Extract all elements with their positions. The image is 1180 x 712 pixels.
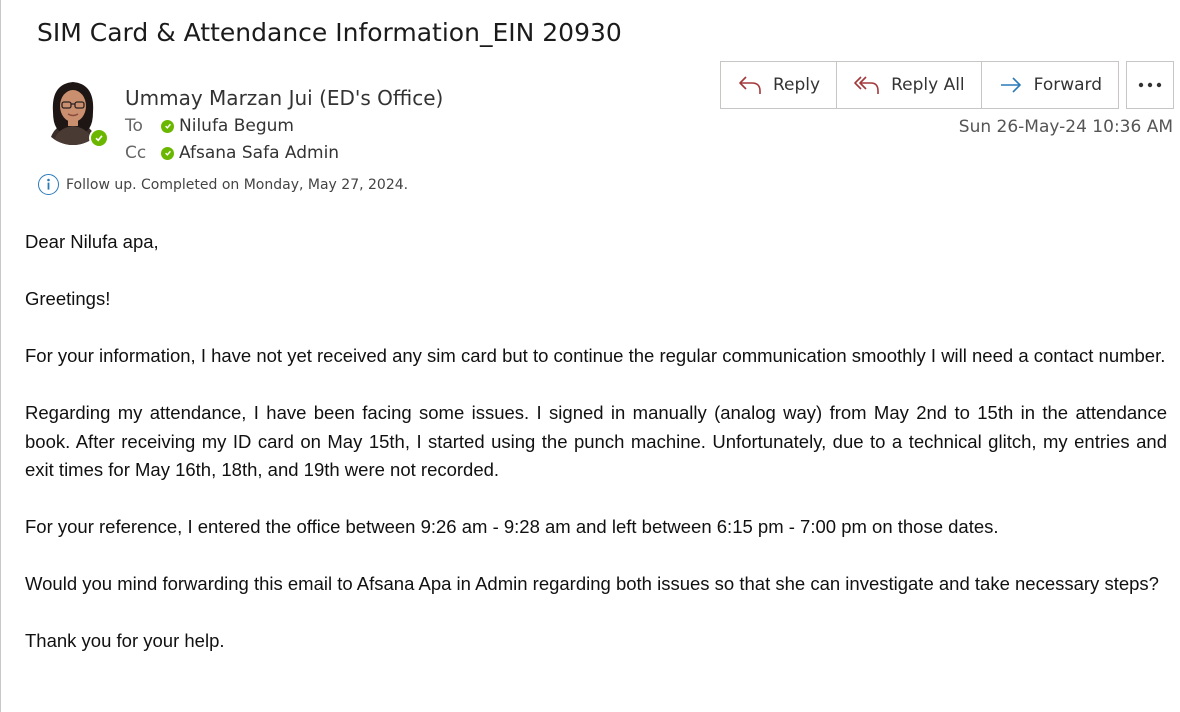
email-reading-pane: SIM Card & Attendance Information_EIN 20… xyxy=(0,0,1180,712)
presence-available-icon xyxy=(89,128,109,148)
body-paragraph: Would you mind forwarding this email to … xyxy=(25,573,1159,594)
presence-available-icon xyxy=(161,119,174,133)
sender-name[interactable]: Ummay Marzan Jui (ED's Office) xyxy=(125,86,443,110)
more-icon xyxy=(1138,82,1162,88)
forward-button[interactable]: Forward xyxy=(981,62,1119,108)
cc-label: Cc xyxy=(125,143,147,163)
cc-row: Cc Afsana Safa Admin xyxy=(125,143,339,163)
body-paragraph: Regarding my attendance, I have been fac… xyxy=(25,402,1167,480)
followup-text: Follow up. Completed on Monday, May 27, … xyxy=(66,176,409,193)
reply-button[interactable]: Reply xyxy=(721,62,838,108)
more-actions-button[interactable] xyxy=(1126,61,1174,109)
body-paragraph: Dear Nilufa apa, xyxy=(25,231,159,252)
to-recipient[interactable]: Nilufa Begum xyxy=(179,116,294,136)
forward-label: Forward xyxy=(1033,75,1103,95)
reply-label: Reply xyxy=(773,75,821,95)
body-paragraph: For your reference, I entered the office… xyxy=(25,516,999,537)
presence-available-icon xyxy=(161,146,174,160)
body-paragraph: For your information, I have not yet rec… xyxy=(25,345,1166,366)
sent-date: Sun 26-May-24 10:36 AM xyxy=(958,117,1173,137)
reply-all-icon xyxy=(854,76,879,94)
reply-icon xyxy=(739,76,761,94)
message-actions: Reply Reply All Forward xyxy=(720,61,1120,109)
to-row: To Nilufa Begum xyxy=(125,116,294,136)
reply-all-button[interactable]: Reply All xyxy=(837,62,982,108)
email-subject: SIM Card & Attendance Information_EIN 20… xyxy=(37,18,622,47)
body-paragraph: Thank you for your help. xyxy=(25,630,225,651)
forward-icon xyxy=(1000,77,1021,93)
cc-recipient[interactable]: Afsana Safa Admin xyxy=(179,143,339,163)
to-label: To xyxy=(125,116,143,136)
info-icon xyxy=(38,174,59,195)
email-body: Dear Nilufa apa, Greetings! For your inf… xyxy=(25,228,1167,684)
body-paragraph: Greetings! xyxy=(25,288,111,309)
followup-banner: Follow up. Completed on Monday, May 27, … xyxy=(38,174,408,195)
reply-all-label: Reply All xyxy=(891,75,965,95)
